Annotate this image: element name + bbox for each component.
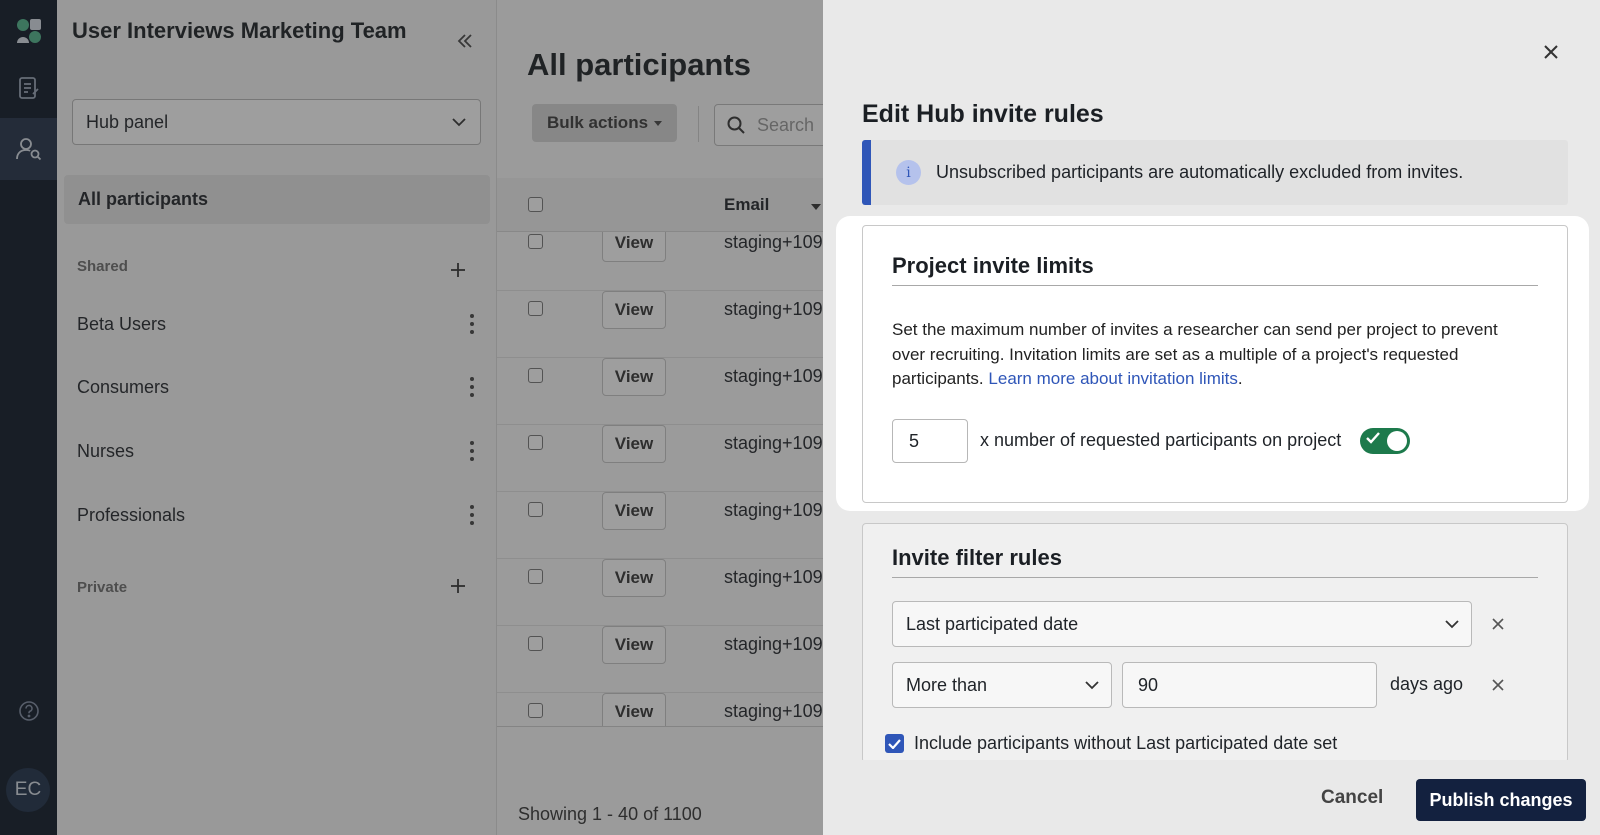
invite-multiplier-value: 5 xyxy=(909,430,920,451)
invite-multiplier-input[interactable]: 5 xyxy=(892,419,968,463)
modal-backdrop[interactable] xyxy=(0,0,823,835)
include-without-date-label: Include participants without Last partic… xyxy=(914,733,1338,753)
check-icon xyxy=(888,738,901,749)
remove-rule-button[interactable] xyxy=(1487,613,1509,635)
toggle-knob xyxy=(1387,431,1407,451)
days-input[interactable]: 90 xyxy=(1122,662,1377,708)
info-banner-text: Unsubscribed participants are automatica… xyxy=(936,162,1464,182)
days-suffix: days ago xyxy=(1390,674,1464,694)
check-icon xyxy=(1366,432,1380,444)
info-banner: i Unsubscribed participants are automati… xyxy=(862,140,1568,205)
rule-field-value: Last participated date xyxy=(906,613,1079,634)
card-divider xyxy=(892,577,1538,578)
cancel-button[interactable]: Cancel xyxy=(1321,787,1383,809)
comparator-value: More than xyxy=(906,674,988,695)
learn-more-link[interactable]: Learn more about invitation limits xyxy=(988,369,1237,388)
card-title: Invite filter rules xyxy=(892,545,1062,570)
invite-filter-rules-card: Invite filter rules Last participated da… xyxy=(862,523,1568,763)
chevron-down-icon xyxy=(1445,619,1459,628)
rule-field-select[interactable]: Last participated date xyxy=(892,601,1472,647)
close-icon xyxy=(1492,618,1504,630)
card-divider xyxy=(892,285,1538,286)
publish-changes-button[interactable]: Publish changes xyxy=(1416,779,1586,821)
close-icon xyxy=(1544,45,1558,59)
project-limits-description: Set the maximum number of invites a rese… xyxy=(892,318,1522,392)
drawer-title: Edit Hub invite rules xyxy=(862,100,1104,128)
project-invite-limits-card: Project invite limits Set the maximum nu… xyxy=(862,225,1568,503)
card-title: Project invite limits xyxy=(892,253,1094,278)
info-icon: i xyxy=(896,160,921,185)
publish-changes-label: Publish changes xyxy=(1429,789,1573,810)
close-icon xyxy=(1492,679,1504,691)
comparator-select[interactable]: More than xyxy=(892,662,1112,708)
days-value: 90 xyxy=(1138,674,1159,695)
link-suffix: . xyxy=(1237,369,1243,388)
remove-condition-button[interactable] xyxy=(1487,674,1509,696)
close-drawer-button[interactable] xyxy=(1537,38,1565,66)
chevron-down-icon xyxy=(1085,680,1099,689)
include-without-date-option[interactable]: Include participants without Last partic… xyxy=(885,733,1337,754)
invite-limit-toggle[interactable] xyxy=(1360,428,1410,454)
include-without-date-checkbox[interactable] xyxy=(885,734,904,753)
invite-multiplier-label: x number of requested participants on pr… xyxy=(980,430,1342,450)
